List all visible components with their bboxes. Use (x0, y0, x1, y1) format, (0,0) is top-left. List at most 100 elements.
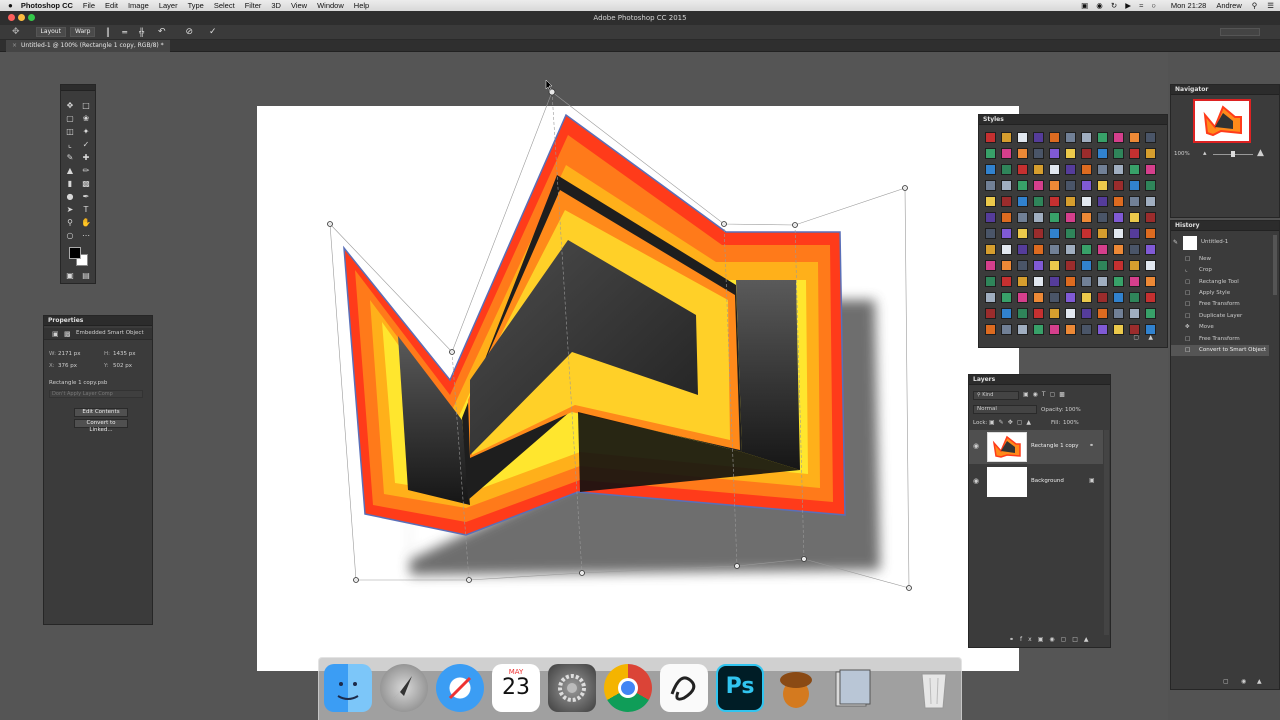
style-swatch[interactable] (1033, 292, 1044, 303)
style-swatch[interactable] (1129, 180, 1140, 191)
style-swatch[interactable] (1033, 324, 1044, 335)
marquee-tool-icon[interactable]: ▢ (65, 114, 75, 124)
style-swatch[interactable] (1081, 276, 1092, 287)
style-swatch[interactable] (1113, 212, 1124, 223)
eyedropper-tool-icon[interactable]: ✓ (81, 140, 91, 150)
eraser-tool-icon[interactable]: ▮ (65, 179, 75, 189)
style-swatch[interactable] (985, 228, 996, 239)
clone-stamp-tool-icon[interactable]: ▲ (65, 166, 75, 176)
tools-panel-header[interactable] (61, 85, 95, 91)
width-value[interactable]: 2171 px (58, 351, 81, 357)
style-swatch[interactable] (1033, 164, 1044, 175)
new-style-icon[interactable]: ▢ (1133, 334, 1139, 341)
style-swatch[interactable] (1097, 212, 1108, 223)
style-swatch[interactable] (1001, 132, 1012, 143)
layer-name[interactable]: Rectangle 1 copy (1031, 443, 1079, 449)
chrome-icon[interactable] (604, 664, 652, 712)
style-swatch[interactable] (1065, 132, 1076, 143)
style-swatch[interactable] (1033, 244, 1044, 255)
style-swatch[interactable] (1017, 132, 1028, 143)
style-swatch[interactable] (1017, 228, 1028, 239)
zoom-slider-thumb[interactable] (1231, 151, 1235, 157)
style-swatch[interactable] (1033, 212, 1044, 223)
properties-panel-title[interactable]: Properties (44, 316, 152, 326)
gradient-tool-icon[interactable]: ▩ (81, 179, 91, 189)
quick-select-tool-icon[interactable]: ◫ (65, 127, 75, 137)
style-swatch[interactable] (1033, 148, 1044, 159)
style-swatch[interactable] (1113, 196, 1124, 207)
convert-to-linked-button[interactable]: Convert to Linked... (74, 419, 128, 433)
history-item[interactable]: ⌞ Crop (1171, 265, 1269, 276)
photoshop-icon[interactable]: Ps (716, 664, 764, 712)
styles-panel-title[interactable]: Styles (979, 115, 1167, 125)
style-swatch[interactable] (1145, 132, 1156, 143)
style-swatch[interactable] (1017, 212, 1028, 223)
style-swatch[interactable] (1049, 212, 1060, 223)
style-swatch[interactable] (1145, 228, 1156, 239)
style-swatch[interactable] (1145, 180, 1156, 191)
style-swatch[interactable] (1113, 244, 1124, 255)
history-item[interactable]: □ Free Transform (1171, 334, 1269, 345)
dodge-tool-icon[interactable]: ● (65, 192, 75, 202)
style-swatch[interactable] (1097, 148, 1108, 159)
style-swatch[interactable] (1081, 260, 1092, 271)
style-swatch[interactable] (1049, 244, 1060, 255)
move-tool-icon[interactable]: ✥ (65, 101, 75, 111)
style-swatch[interactable] (1129, 308, 1140, 319)
style-swatch[interactable] (1065, 244, 1076, 255)
zoom-tool-icon[interactable]: ⚲ (65, 218, 75, 228)
fill-value[interactable]: 100% (1063, 420, 1079, 426)
style-swatch[interactable] (1017, 292, 1028, 303)
type-tool-icon[interactable]: T (81, 205, 91, 215)
style-swatch[interactable] (1065, 276, 1076, 287)
style-swatch[interactable] (1049, 164, 1060, 175)
style-swatch[interactable] (1001, 324, 1012, 335)
style-swatch[interactable] (1081, 292, 1092, 303)
layers-footer-icons[interactable]: ⚭fx▣◉▢□▲ (1009, 636, 1095, 643)
style-swatch[interactable] (1017, 244, 1028, 255)
layer-row[interactable]: ◉ Background ▣ (969, 465, 1103, 499)
style-swatch[interactable] (1065, 212, 1076, 223)
system-preferences-icon[interactable] (548, 664, 596, 712)
style-swatch[interactable] (1049, 260, 1060, 271)
style-swatch[interactable] (1049, 308, 1060, 319)
style-swatch[interactable] (1033, 228, 1044, 239)
style-swatch[interactable] (1145, 292, 1156, 303)
style-swatch[interactable] (1081, 308, 1092, 319)
style-swatch[interactable] (1049, 196, 1060, 207)
style-swatch[interactable] (1097, 228, 1108, 239)
style-swatch[interactable] (1097, 164, 1108, 175)
y-value[interactable]: 502 px (113, 363, 132, 369)
history-brush-tool-icon[interactable]: ✏ (81, 166, 91, 176)
acorn-icon[interactable] (772, 664, 820, 712)
foreground-color-swatch[interactable] (69, 247, 81, 259)
opacity-value[interactable]: 100% (1065, 407, 1081, 413)
style-swatch[interactable] (1033, 260, 1044, 271)
style-swatch[interactable] (1001, 212, 1012, 223)
style-swatch[interactable] (1097, 244, 1108, 255)
blend-mode-select[interactable]: Normal (973, 405, 1037, 414)
history-item[interactable]: □ New (1171, 254, 1269, 265)
style-swatch[interactable] (1065, 180, 1076, 191)
style-swatch[interactable] (1145, 260, 1156, 271)
layer-filter-select[interactable]: ⚲ Kind (973, 391, 1019, 400)
layer-visibility-eye-icon[interactable]: ◉ (973, 477, 979, 485)
history-item[interactable]: ✥ Move (1171, 322, 1269, 333)
quick-mask-icon[interactable]: ▣ (65, 271, 75, 281)
style-swatch[interactable] (1113, 228, 1124, 239)
style-swatch[interactable] (1081, 148, 1092, 159)
style-swatch[interactable] (1097, 196, 1108, 207)
style-swatch[interactable] (985, 212, 996, 223)
style-swatch[interactable] (1113, 324, 1124, 335)
style-swatch[interactable] (1081, 132, 1092, 143)
style-swatch[interactable] (1081, 324, 1092, 335)
style-swatch[interactable] (1017, 308, 1028, 319)
style-swatch[interactable] (1129, 196, 1140, 207)
style-swatch[interactable] (1033, 308, 1044, 319)
zoom-out-icon[interactable]: ▴ (1203, 149, 1207, 157)
style-swatch[interactable] (1017, 164, 1028, 175)
style-swatch[interactable] (1001, 276, 1012, 287)
magic-wand-tool-icon[interactable]: ✦ (81, 127, 91, 137)
edit-contents-button[interactable]: Edit Contents (74, 408, 128, 417)
style-swatch[interactable] (1081, 164, 1092, 175)
